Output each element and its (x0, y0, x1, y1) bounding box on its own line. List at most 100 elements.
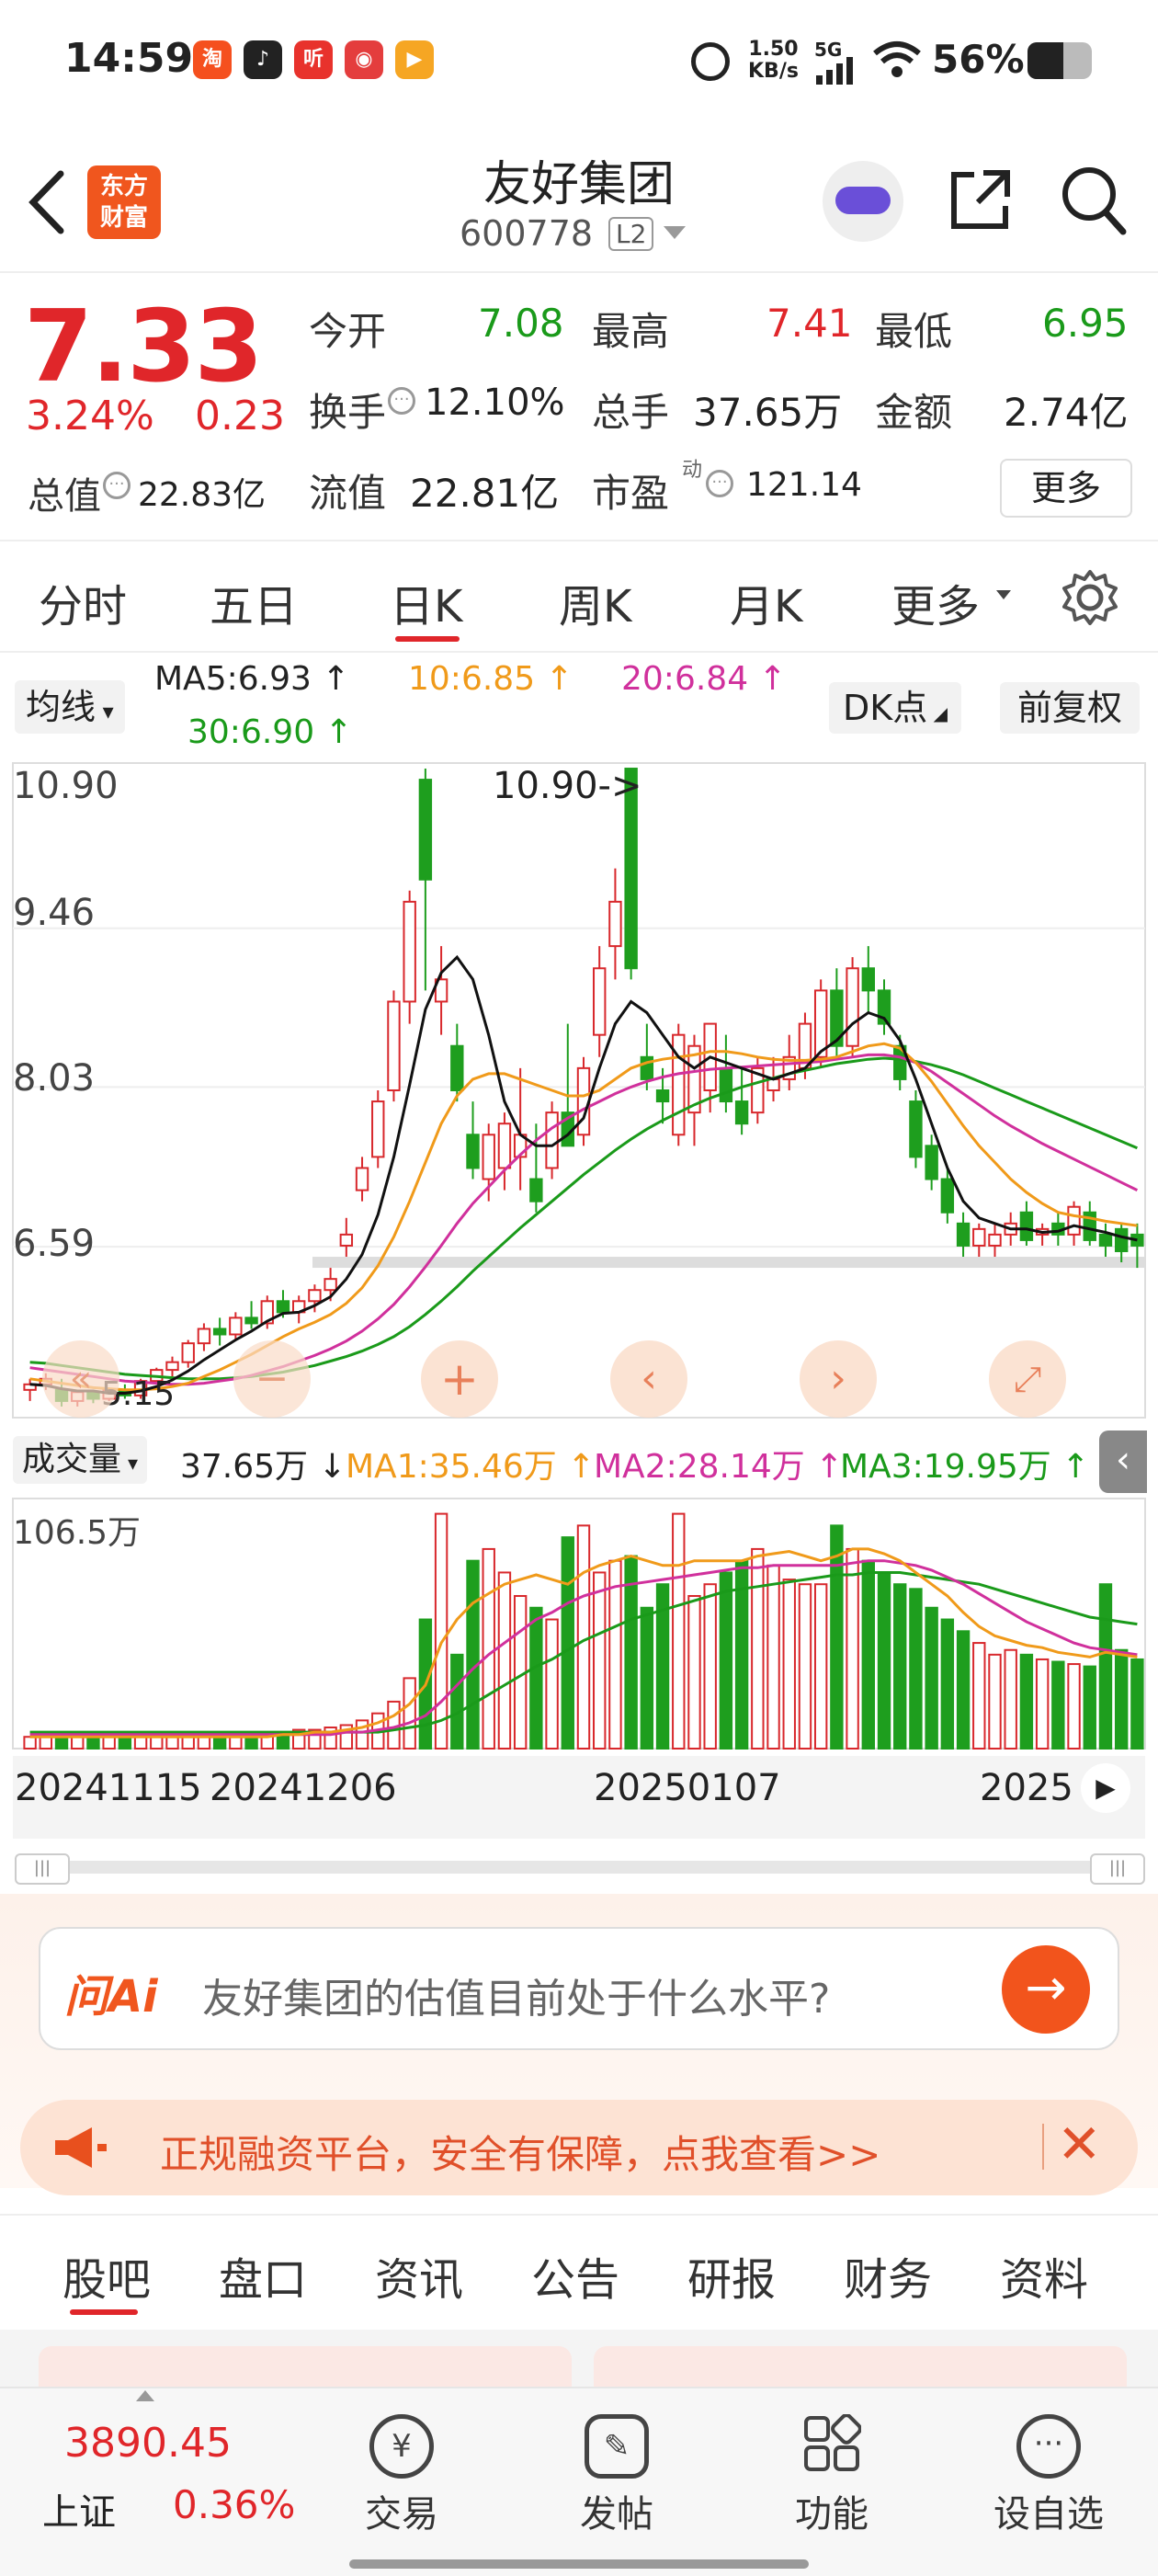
quote-panel: 7.33 3.24% 0.23 总值 ··· 22.83亿 今开 7.08 最高… (0, 273, 1158, 541)
range-slider-track[interactable] (37, 1861, 1121, 1874)
volume-bar (972, 1642, 986, 1750)
info-icon[interactable]: ··· (706, 470, 733, 497)
index-value[interactable]: 3890.45 (64, 2420, 232, 2467)
volume-bar (497, 1571, 512, 1750)
info-icon[interactable]: ··· (388, 387, 415, 415)
volume-chart[interactable] (0, 1495, 1158, 1752)
ma20-label: 20:6.84 ↑ (621, 660, 787, 698)
index-up-caret-icon (136, 2390, 154, 2401)
volume-bar (212, 1736, 227, 1750)
status-bar: 14:59 淘 ♪ 听 ◉ ▶ 1.50 KB/s 5G 56% (0, 0, 1158, 129)
range-handle-right[interactable]: ||| (1090, 1853, 1145, 1885)
volume-selector[interactable]: 成交量 ▾ (13, 1436, 148, 1484)
volume-current: 37.65万 ↓ (180, 1448, 346, 1486)
dk-label: DK点 (843, 688, 928, 728)
volume-bar (798, 1583, 812, 1750)
adjust-button[interactable]: 前复权 (1000, 682, 1140, 734)
tab-daily-k[interactable]: 日K (390, 570, 462, 634)
tab-weekly-k[interactable]: 周K (559, 570, 631, 634)
tab-more[interactable]: 更多 (891, 570, 980, 634)
volume-bar (529, 1606, 543, 1750)
close-icon[interactable]: ✕ (1057, 2113, 1102, 2175)
volume-bar (118, 1736, 132, 1750)
tab-profile[interactable]: 资料 (1000, 2243, 1088, 2308)
stock-header: 东方 财富 友好集团 600778 L2 (0, 138, 1158, 273)
wifi-icon (873, 41, 921, 77)
tab-monthly-k[interactable]: 月K (730, 570, 802, 634)
pe-value: 121.14 (746, 466, 862, 504)
volume-bar (830, 1524, 844, 1750)
dk-points-button[interactable]: DK点 ◢ (829, 682, 961, 734)
support-band (312, 1257, 1145, 1269)
ma-selector[interactable]: 均线 ▾ (15, 680, 125, 734)
fullscreen-icon[interactable]: ⤢ (989, 1340, 1066, 1418)
share-icon[interactable] (947, 165, 1015, 234)
megaphone-icon (55, 2127, 107, 2168)
tab-news[interactable]: 资讯 (375, 2243, 463, 2308)
mktcap-label: 总值 (28, 475, 101, 518)
more-button[interactable]: 更多 (1000, 459, 1132, 518)
edit-icon: ✎ (585, 2414, 649, 2479)
ai-submit-arrow-icon[interactable]: → (1002, 1945, 1090, 2034)
nav-post[interactable]: ✎ 发帖 (548, 2388, 686, 2537)
divider (0, 2214, 1158, 2216)
candle-body (925, 1145, 938, 1180)
info-icon[interactable]: ··· (103, 472, 131, 499)
tab-pankou[interactable]: 盘口 (219, 2243, 307, 2308)
ai-robot-avatar[interactable] (823, 161, 903, 242)
ai-question-box[interactable]: 问Ai 友好集团的估值目前处于什么水平? → (39, 1927, 1119, 2050)
step-left-icon[interactable]: ‹ (610, 1340, 687, 1418)
level-badge[interactable]: L2 (608, 217, 654, 251)
nav-functions[interactable]: 功能 (763, 2388, 901, 2537)
collapse-panel-icon[interactable]: ‹ (1099, 1430, 1147, 1493)
volume-value: 37.65万 (693, 390, 843, 435)
volume-selector-label: 成交量 (22, 1441, 122, 1478)
volume-bar (1035, 1658, 1050, 1750)
kline-chart[interactable] (0, 759, 1158, 1421)
more-caret-icon[interactable] (996, 590, 1011, 599)
volume-bar (909, 1588, 923, 1750)
settings-gear-icon[interactable] (1061, 568, 1119, 627)
volume-bar (576, 1524, 591, 1750)
open-value: 7.08 (478, 301, 564, 346)
volume-bar (181, 1736, 195, 1750)
index-change[interactable]: 0.36% (173, 2482, 295, 2527)
volume-bar (23, 1736, 37, 1750)
volume-bar (640, 1606, 654, 1750)
volume-bar (751, 1547, 765, 1750)
tab-announcements[interactable]: 公告 (531, 2243, 619, 2308)
dropdown-triangle-icon[interactable] (664, 226, 686, 239)
tab-intraday[interactable]: 分时 (39, 570, 127, 634)
scroll-right-icon[interactable]: ▶ (1081, 1763, 1130, 1813)
candle-body (766, 1077, 780, 1091)
signal-icon (816, 57, 853, 85)
promo-banner[interactable]: 正规融资平台，安全有保障，点我查看>> ✕ (20, 2100, 1138, 2195)
change-amount: 0.23 (195, 393, 285, 439)
candle-body (972, 1227, 986, 1247)
zoom-out-icon[interactable]: − (233, 1340, 311, 1418)
step-right-icon[interactable]: › (800, 1340, 877, 1418)
volume-bar (545, 1618, 559, 1750)
volume-bar (450, 1653, 464, 1750)
taobao-icon: 淘 (193, 40, 232, 79)
nav-trade[interactable]: ¥ 交易 (333, 2388, 471, 2537)
x-tick-1: 20241115 (15, 1767, 202, 1809)
zoom-in-icon[interactable]: + (421, 1340, 498, 1418)
range-handle-left[interactable]: ||| (15, 1853, 70, 1885)
volume-bar (561, 1536, 574, 1750)
tab-guba[interactable]: 股吧 (62, 2243, 151, 2308)
tab-five-day[interactable]: 五日 (210, 570, 298, 634)
tab-research[interactable]: 研报 (687, 2243, 776, 2308)
prev-page-icon[interactable]: « (42, 1340, 119, 1418)
search-icon[interactable] (1059, 164, 1129, 237)
ai-question-text: 友好集团的估值目前处于什么水平? (202, 1976, 831, 2023)
candle-body (355, 1167, 369, 1191)
index-name[interactable]: 上证 (42, 2482, 116, 2536)
ma10-label: 10:6.85 ↑ (408, 660, 573, 698)
divider (0, 651, 1158, 653)
nav-add-watchlist[interactable]: ··· 设自选 (980, 2388, 1118, 2537)
tab-finance[interactable]: 财务 (844, 2243, 932, 2308)
candle-body (308, 1289, 322, 1303)
candle-body (813, 989, 828, 1058)
volume-bar (71, 1736, 85, 1750)
